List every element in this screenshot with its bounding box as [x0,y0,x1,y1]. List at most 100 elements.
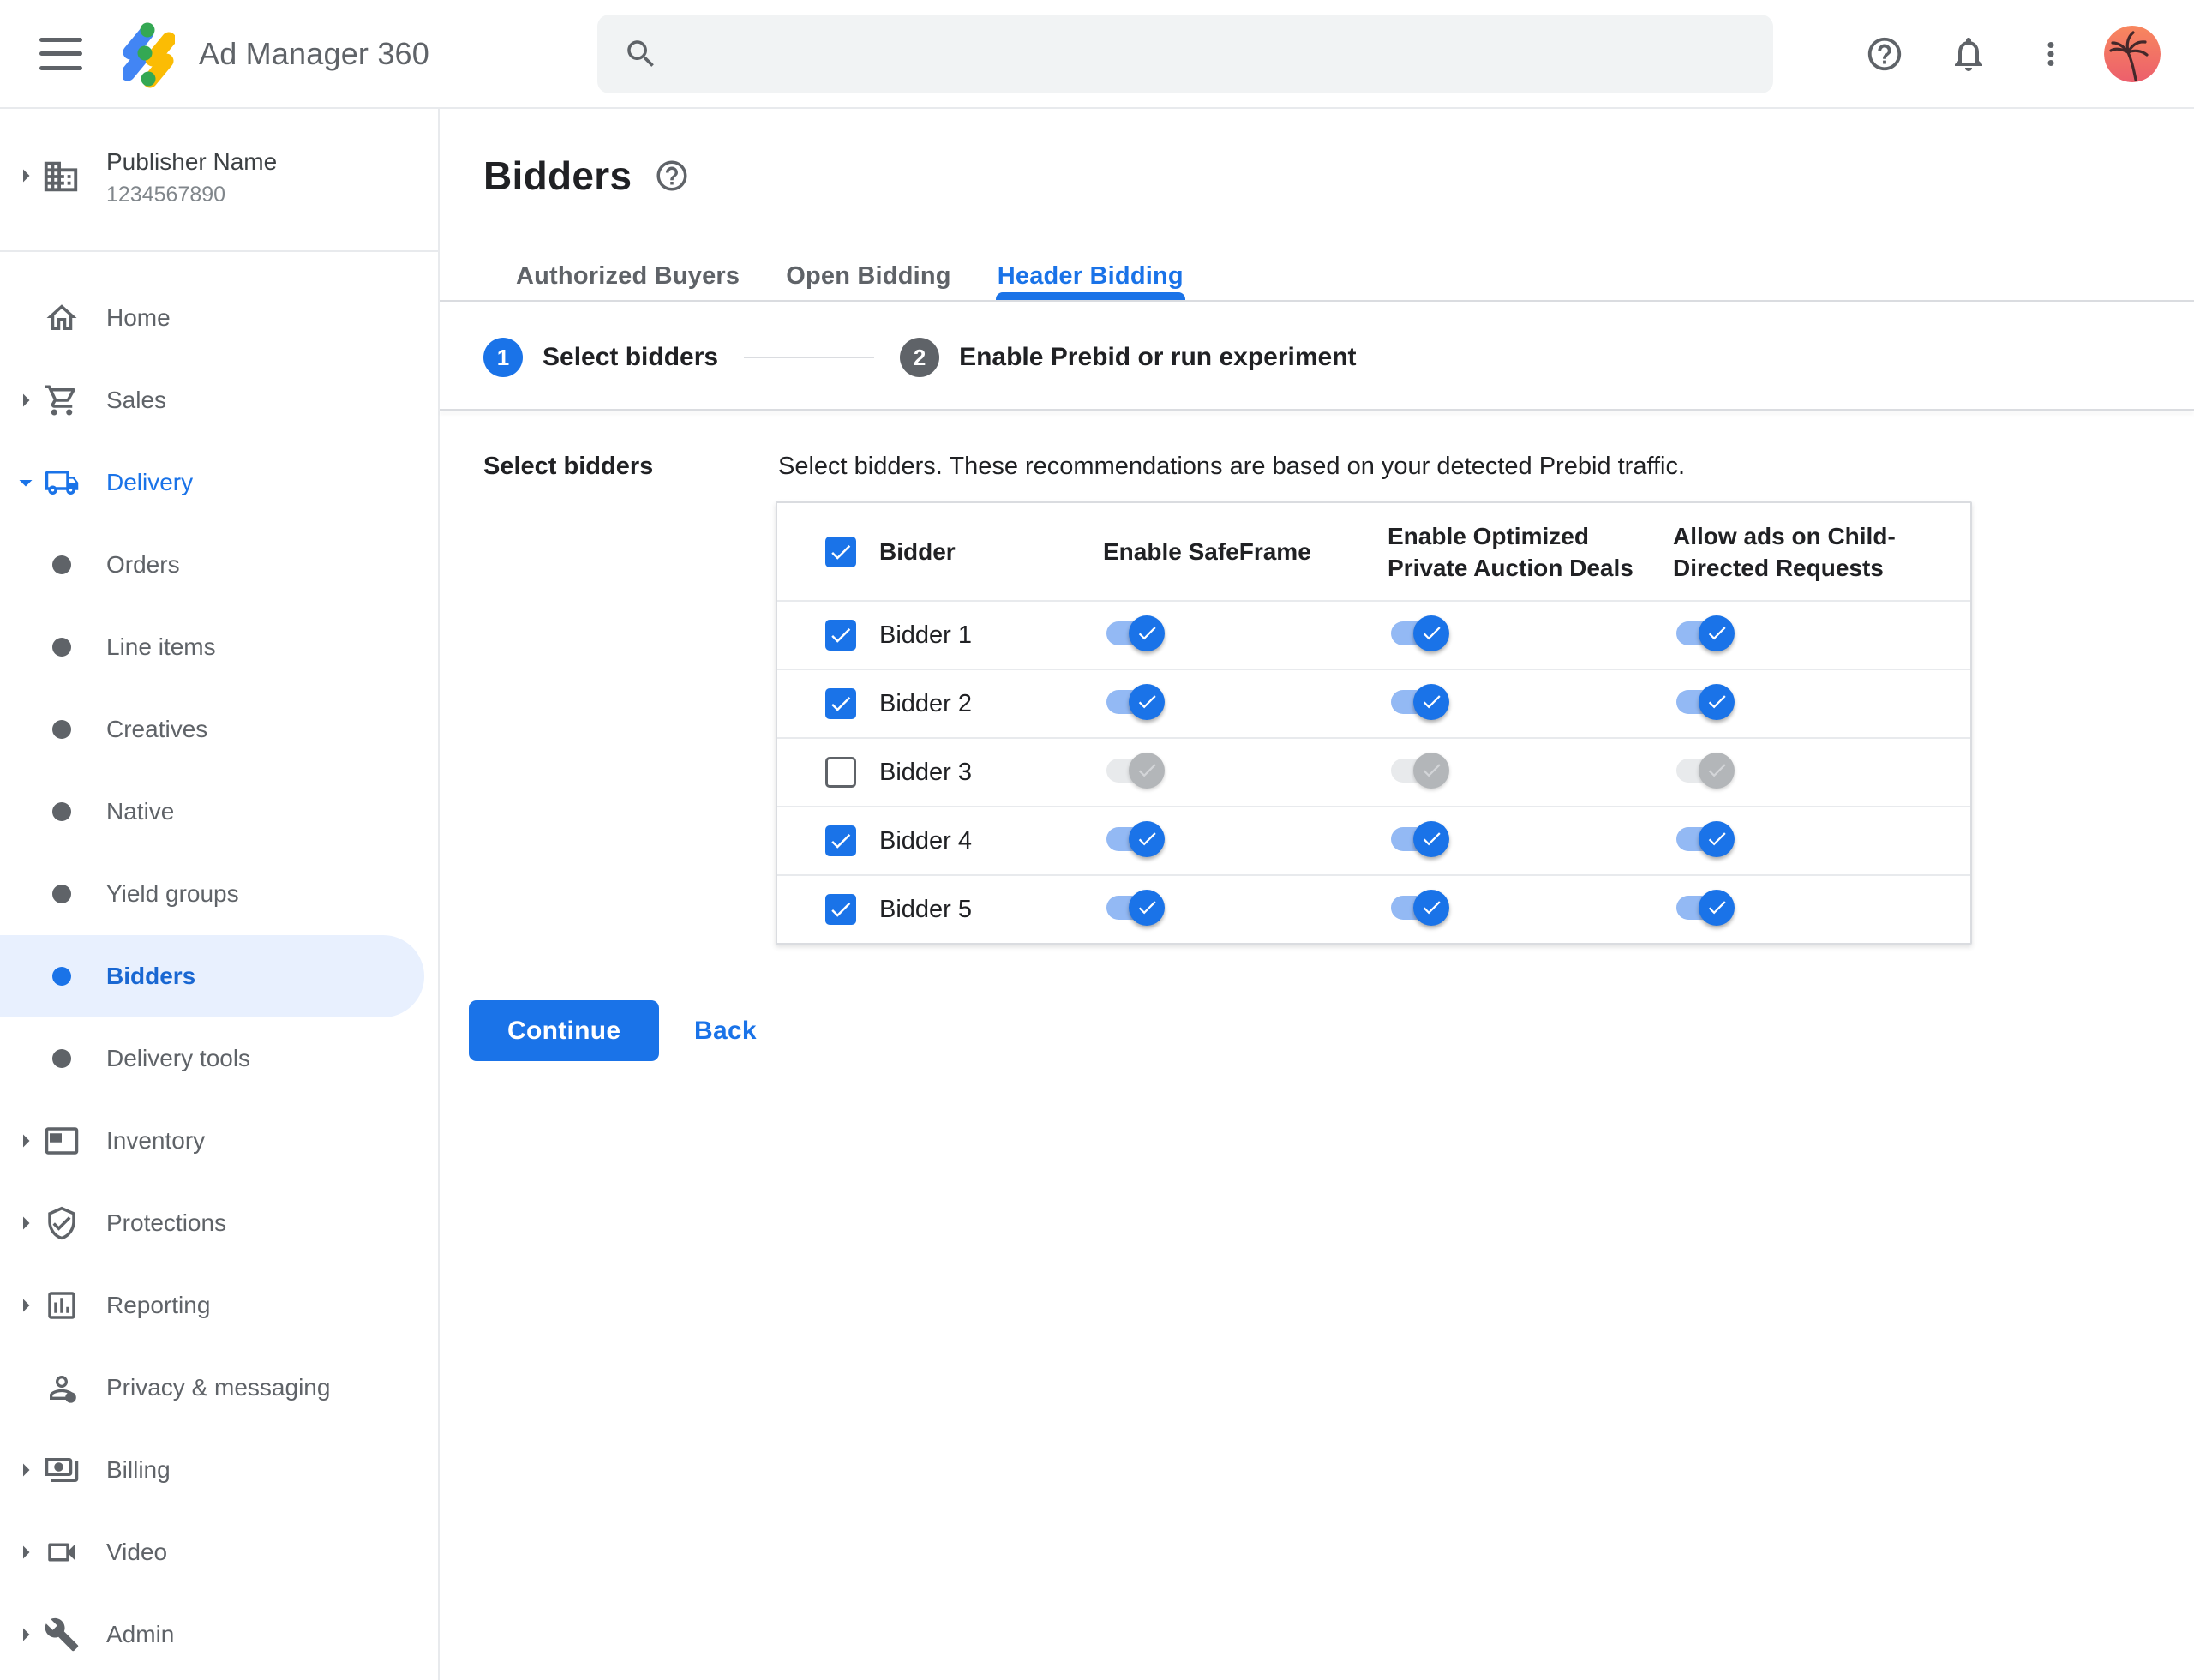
child-directed-toggle[interactable] [1676,752,1735,789]
shield-check-icon [42,1205,81,1241]
chevron-down-icon [10,467,41,498]
building-icon [41,157,81,201]
sidebar-item-home[interactable]: Home [0,277,438,359]
chevron-right-icon [10,385,41,416]
chevron-right-icon [10,1537,41,1568]
optimized-deals-toggle[interactable] [1391,615,1449,651]
optimized-deals-toggle[interactable] [1391,889,1449,926]
sidebar-nav: Home Sales Delivery Orders Line items Cr… [0,277,438,1676]
sidebar-item-native[interactable]: Native [0,771,438,853]
ad-unit-icon [42,1123,81,1159]
notifications-bell-icon[interactable] [1948,33,1989,77]
child-directed-toggle[interactable] [1676,683,1735,720]
row-checkbox[interactable] [825,688,856,719]
page-title: Bidders [483,153,632,198]
sidebar-item-privacy-messaging[interactable]: Privacy & messaging [0,1347,438,1429]
publisher-switcher[interactable]: Publisher Name 1234567890 [0,109,438,252]
row-checkbox[interactable] [825,825,856,856]
sidebar-item-delivery-tools[interactable]: Delivery tools [0,1017,438,1100]
column-header-optimized-deals: Enable Optimized Private Auction Deals [1388,522,1634,581]
chevron-right-icon [10,1619,41,1650]
tab-open-bidding[interactable]: Open Bidding [763,252,974,300]
table-row: Bidder 1 [777,600,1970,669]
sidebar-item-admin[interactable]: Admin [0,1593,438,1676]
column-header-bidder: Bidder [879,538,956,565]
table-row: Bidder 5 [777,874,1970,943]
hamburger-menu-icon[interactable] [39,37,82,70]
videocam-icon [42,1534,81,1570]
publisher-name: Publisher Name [106,148,278,175]
optimized-deals-toggle[interactable] [1391,683,1449,720]
sidebar-item-sales[interactable]: Sales [0,359,438,441]
safeframe-toggle[interactable] [1106,820,1165,857]
table-row: Bidder 3 [777,737,1970,806]
more-options-icon[interactable] [2033,36,2069,75]
child-directed-toggle[interactable] [1676,820,1735,857]
step-select-bidders[interactable]: 1 Select bidders [483,338,718,377]
sidebar-item-line-items[interactable]: Line items [0,606,438,688]
bullet-icon [52,967,71,986]
child-directed-toggle[interactable] [1676,889,1735,926]
safeframe-toggle[interactable] [1106,683,1165,720]
sidebar: Publisher Name 1234567890 Home Sales Del… [0,109,440,1680]
bidder-name: Bidder 4 [879,826,973,855]
truck-icon [42,465,81,501]
user-avatar[interactable] [2104,26,2161,82]
step-enable-prebid[interactable]: 2 Enable Prebid or run experiment [900,338,1357,377]
safeframe-toggle[interactable] [1106,752,1165,789]
sidebar-item-bidders[interactable]: Bidders [0,935,424,1017]
search-input[interactable] [681,15,1773,93]
page-help-icon[interactable] [654,158,690,194]
chevron-right-icon [10,1455,41,1485]
sidebar-item-inventory[interactable]: Inventory [0,1100,438,1182]
step-number-badge: 1 [483,338,523,377]
sidebar-item-protections[interactable]: Protections [0,1182,438,1264]
row-checkbox[interactable] [825,757,856,788]
optimized-deals-toggle[interactable] [1391,752,1449,789]
safeframe-toggle[interactable] [1106,615,1165,651]
bullet-icon [52,885,71,903]
bullet-icon [52,555,71,574]
bullet-icon [52,638,71,657]
sidebar-item-yield-groups[interactable]: Yield groups [0,853,438,935]
stepper: 1 Select bidders 2 Enable Prebid or run … [483,338,1357,377]
safeframe-toggle[interactable] [1106,889,1165,926]
row-checkbox[interactable] [825,620,856,651]
sidebar-item-orders[interactable]: Orders [0,524,438,606]
bidders-table: Bidder Enable SafeFrame Enable Optimized… [776,501,1972,945]
tab-authorized-buyers[interactable]: Authorized Buyers [493,252,763,300]
child-directed-toggle[interactable] [1676,615,1735,651]
search-icon [627,40,654,67]
section-description: Select bidders. These recommendations ar… [778,453,1686,480]
wrench-icon [42,1617,81,1653]
sidebar-item-billing[interactable]: Billing [0,1429,438,1511]
select-all-checkbox[interactable] [825,536,856,567]
home-icon [42,300,81,336]
chevron-right-icon [10,1290,41,1321]
main-content: Bidders Authorized Buyers Open Bidding H… [440,109,2194,1680]
sidebar-item-creatives[interactable]: Creatives [0,688,438,771]
chevron-right-icon [10,1125,41,1156]
sidebar-item-reporting[interactable]: Reporting [0,1264,438,1347]
table-row: Bidder 4 [777,806,1970,874]
publisher-id: 1234567890 [106,183,226,207]
section-divider [440,409,2194,411]
optimized-deals-toggle[interactable] [1391,820,1449,857]
section-label: Select bidders [483,453,654,480]
step-connector [744,357,875,358]
row-checkbox[interactable] [825,894,856,925]
step-number-badge: 2 [900,338,940,377]
sidebar-item-video[interactable]: Video [0,1511,438,1593]
tab-header-bidding[interactable]: Header Bidding [974,252,1207,300]
sidebar-item-delivery[interactable]: Delivery [0,441,438,524]
help-icon[interactable] [1865,34,1904,76]
search-bar[interactable] [597,15,1773,93]
bidder-name: Bidder 1 [879,621,973,649]
tabs-divider [440,300,2194,302]
back-button[interactable]: Back [694,1000,757,1061]
brand: Ad Manager 360 [123,20,429,88]
cart-icon [42,382,81,418]
bidder-name: Bidder 2 [879,689,973,717]
ad-manager-logo-icon [123,22,175,87]
continue-button[interactable]: Continue [469,1000,660,1061]
